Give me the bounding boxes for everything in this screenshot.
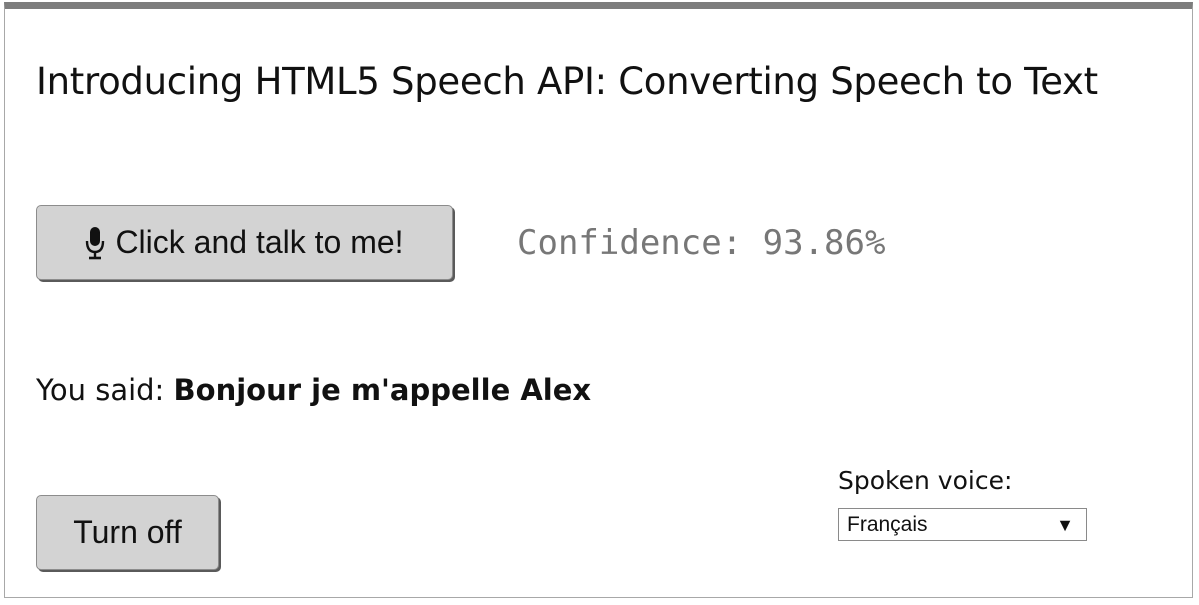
microphone-icon <box>85 226 105 260</box>
talk-button-label: Click and talk to me! <box>115 224 404 260</box>
confidence-readout: Confidence: 93.86% <box>517 223 886 263</box>
app-panel: Introducing HTML5 Speech API: Converting… <box>4 2 1193 598</box>
turn-off-button[interactable]: Turn off <box>36 495 219 570</box>
voice-select[interactable]: Français ▼ <box>838 508 1087 541</box>
page-title: Introducing HTML5 Speech API: Converting… <box>36 60 1098 103</box>
voice-selected-value: Français <box>847 512 928 536</box>
triangle-down-icon: ▼ <box>1056 514 1074 535</box>
turn-off-button-label: Turn off <box>73 514 182 550</box>
talk-button[interactable]: Click and talk to me! <box>36 205 453 280</box>
result-prefix: You said: <box>36 373 174 407</box>
result-line: You said: Bonjour je m'appelle Alex <box>36 370 591 410</box>
voice-label: Spoken voice: <box>838 466 1013 495</box>
transcript-text: Bonjour je m'appelle Alex <box>173 373 592 407</box>
